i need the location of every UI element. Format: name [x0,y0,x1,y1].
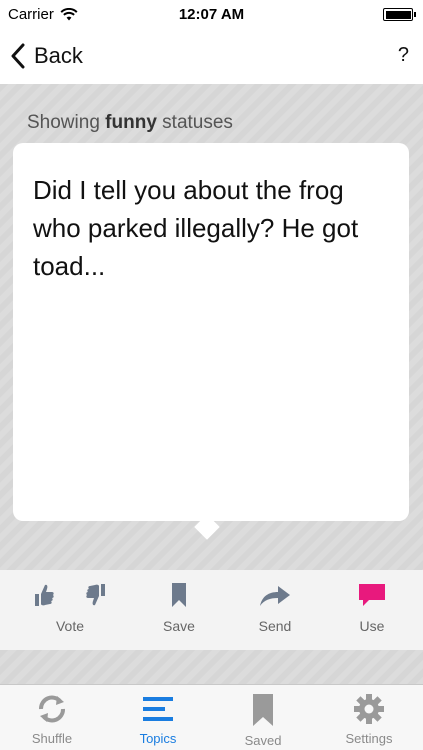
send-button[interactable]: Send [258,582,292,634]
thumbs-down-icon[interactable] [85,582,107,608]
action-toolbar: Vote Save Send Use [0,570,423,650]
tab-bar: Shuffle Topics Saved Settings [0,684,423,750]
status-bar: Carrier 12:07 AM [0,0,423,30]
tab-topics-label: Topics [139,731,177,746]
vote-action: Vote [33,582,107,634]
status-text: Did I tell you about the frog who parked… [33,175,359,281]
tab-saved[interactable]: Saved [223,693,303,748]
gear-icon [354,694,384,724]
topic-name: funny [105,112,157,133]
status-time: 12:07 AM [178,6,245,23]
tab-settings[interactable]: Settings [329,693,409,746]
showing-suffix: statuses [162,112,233,133]
bookmark-icon [253,694,273,726]
save-button[interactable]: Save [163,582,195,634]
chevron-left-icon [11,43,25,69]
background-strip [0,650,423,684]
tab-settings-label: Settings [345,731,393,746]
tab-shuffle[interactable]: Shuffle [12,693,92,746]
tab-shuffle-label: Shuffle [31,731,73,746]
status-card[interactable]: Did I tell you about the frog who parked… [13,143,409,521]
vote-label: Vote [55,618,85,634]
thumbs-up-icon[interactable] [33,582,55,608]
tab-topics[interactable]: Topics [118,693,198,746]
help-button[interactable]: ? [398,44,409,67]
share-arrow-icon [260,586,290,606]
use-label: Use [359,618,385,634]
shuffle-icon [39,695,65,723]
save-label: Save [163,618,195,634]
showing-header: Showing funny statuses [27,112,233,134]
send-label: Send [258,618,292,634]
content-area: Showing funny statuses Did I tell you ab… [0,84,423,570]
nav-bar: Back ? [0,30,423,84]
battery-icon [383,8,416,21]
showing-prefix: Showing [27,112,100,133]
bookmark-icon [171,583,186,607]
tab-saved-label: Saved [244,733,282,748]
use-button[interactable]: Use [357,582,387,634]
back-button[interactable]: Back [10,40,83,72]
back-label: Back [34,43,83,68]
speech-bubble-icon [359,584,385,606]
list-icon [143,697,173,721]
